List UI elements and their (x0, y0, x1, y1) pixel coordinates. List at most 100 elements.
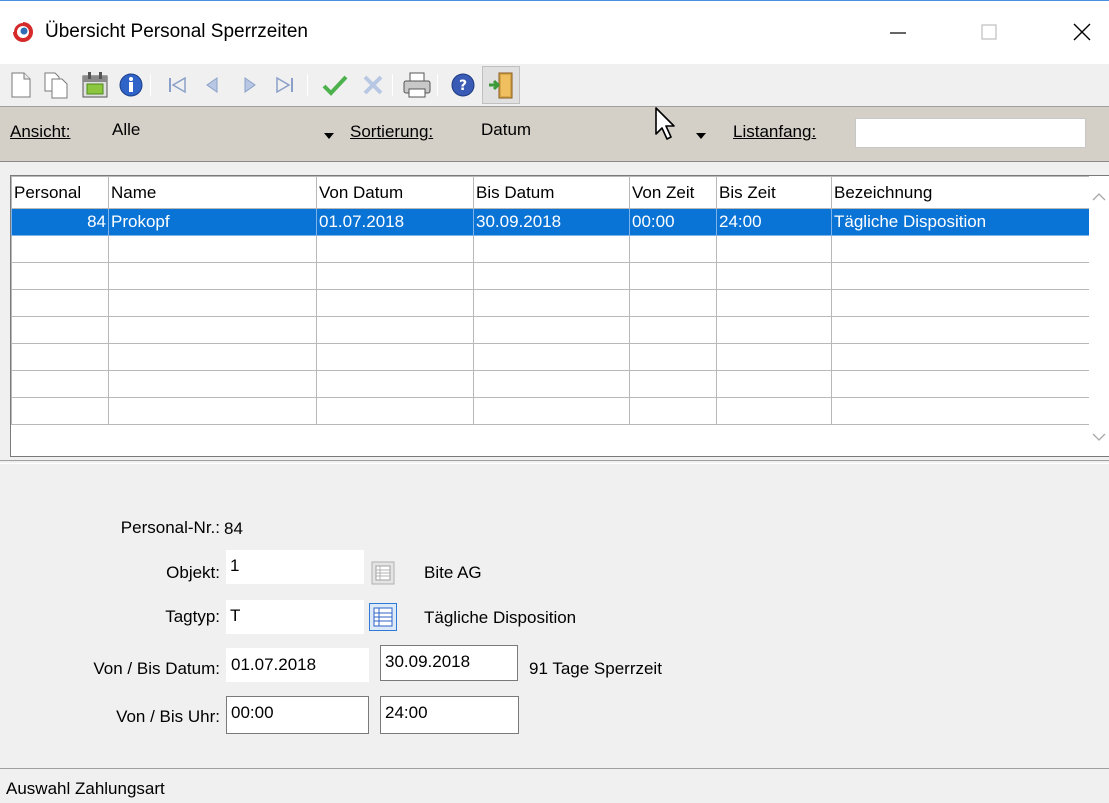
exit-button[interactable] (482, 66, 520, 104)
listanfang-label: Listanfang: (733, 122, 817, 141)
chevron-down-icon (324, 133, 334, 139)
toolbar-separator (437, 74, 438, 96)
objekt-input[interactable]: 1 (226, 550, 364, 584)
app-logo-icon (11, 20, 35, 44)
lookup-list-icon (371, 561, 395, 585)
next-record-icon (244, 77, 256, 93)
lookup-list-icon (373, 607, 393, 627)
mouse-cursor-icon (654, 106, 680, 146)
sortierung-dropdown-arrow[interactable] (693, 126, 709, 146)
close-icon (1073, 23, 1091, 41)
tagtyp-lookup-button[interactable] (369, 603, 397, 631)
copy-button[interactable] (40, 66, 74, 104)
sortierung-label: Sortierung: (350, 122, 434, 141)
von-datum-input[interactable]: 01.07.2018 (226, 648, 369, 682)
table-row-empty[interactable] (11, 370, 1108, 398)
table-row-empty[interactable] (11, 316, 1108, 344)
maximize-button[interactable] (963, 14, 1015, 50)
new-button[interactable] (4, 66, 38, 104)
column-header-von-zeit[interactable]: Von Zeit (629, 176, 717, 209)
sperrzeiten-table[interactable]: Personal Name Von Datum Bis Datum Von Ze… (10, 175, 1109, 457)
column-header-personal[interactable]: Personal (11, 176, 109, 209)
previous-record-icon (206, 77, 218, 93)
info-button[interactable] (114, 66, 148, 104)
ansicht-dropdown-arrow[interactable] (321, 126, 337, 146)
copy-document-icon (44, 72, 68, 99)
table-row-empty[interactable] (11, 343, 1108, 371)
cancel-x-icon (363, 75, 383, 95)
datum-label: Von / Bis Datum: (93, 659, 220, 678)
first-record-button[interactable] (160, 66, 194, 104)
last-record-button[interactable] (268, 66, 302, 104)
maximize-icon (981, 24, 997, 40)
toolbar-separator (150, 74, 151, 96)
sortierung-value: Datum (481, 120, 532, 139)
calendar-icon (82, 72, 108, 98)
close-button[interactable] (1056, 14, 1108, 50)
exit-door-icon (489, 72, 513, 99)
scroll-down-icon[interactable] (1092, 432, 1106, 442)
toolbar-separator (392, 74, 393, 96)
table-row-empty[interactable] (11, 289, 1108, 317)
last-record-icon (276, 76, 293, 94)
svg-text:?: ? (459, 78, 467, 94)
help-icon: ? (451, 73, 475, 97)
status-bar (0, 768, 1109, 803)
tagtyp-label: Tagtyp: (165, 607, 220, 626)
table-row-empty[interactable] (11, 235, 1108, 263)
confirm-check-icon (322, 75, 348, 96)
confirm-button[interactable] (318, 66, 352, 104)
status-text: Auswahl Zahlungsart (6, 779, 165, 798)
ansicht-dropdown[interactable]: Alle (112, 120, 336, 148)
von-uhr-input[interactable]: 00:00 (226, 696, 369, 734)
table-row-selected[interactable]: 84 Prokopf 01.07.2018 30.09.2018 00:00 2… (11, 208, 1108, 236)
print-button[interactable] (400, 66, 434, 104)
cell-bezeichnung: Tägliche Disposition (831, 208, 1108, 236)
column-header-bis-datum[interactable]: Bis Datum (473, 176, 630, 209)
personal-nr-label: Personal-Nr.: (120, 518, 220, 537)
minimize-icon (890, 32, 906, 34)
splitter[interactable] (0, 460, 1109, 464)
column-header-von-datum[interactable]: Von Datum (316, 176, 474, 209)
cell-bis-datum: 30.09.2018 (473, 208, 630, 236)
help-button[interactable]: ? (446, 66, 480, 104)
cell-personal: 84 (11, 208, 109, 236)
uhr-label: Von / Bis Uhr: (116, 707, 220, 726)
column-header-name[interactable]: Name (108, 176, 317, 209)
sperrzeit-text: 91 Tage Sperrzeit (529, 659, 662, 678)
cancel-button[interactable] (356, 66, 390, 104)
cell-von-zeit: 00:00 (629, 208, 717, 236)
next-record-button[interactable] (232, 66, 266, 104)
new-document-icon (11, 72, 31, 98)
minimize-button[interactable] (872, 14, 924, 50)
toolbar-separator (307, 74, 308, 96)
info-icon (119, 73, 143, 97)
bis-uhr-input[interactable]: 24:00 (380, 696, 519, 734)
scroll-up-icon[interactable] (1092, 192, 1106, 202)
first-record-icon (169, 76, 186, 94)
listanfang-input[interactable] (855, 118, 1086, 148)
previous-record-button[interactable] (196, 66, 230, 104)
cell-von-datum: 01.07.2018 (316, 208, 474, 236)
tagtyp-input[interactable]: T (226, 600, 364, 634)
window-title: Übersicht Personal Sperrzeiten (45, 21, 308, 42)
table-header-row: Personal Name Von Datum Bis Datum Von Ze… (11, 176, 1108, 209)
tagtyp-name: Tägliche Disposition (424, 608, 577, 627)
cell-bis-zeit: 24:00 (716, 208, 832, 236)
calendar-button[interactable] (78, 66, 112, 104)
table-row-empty[interactable] (11, 397, 1108, 425)
column-header-bezeichnung[interactable]: Bezeichnung (831, 176, 1108, 209)
objekt-name: Bite AG (424, 563, 482, 582)
personal-nr-value: 84 (224, 519, 243, 538)
print-icon (403, 72, 431, 98)
bis-datum-input[interactable]: 30.09.2018 (380, 645, 518, 681)
ansicht-value: Alle (112, 120, 141, 139)
objekt-label: Objekt: (166, 563, 220, 582)
ansicht-label: Ansicht: (10, 122, 71, 141)
table-vertical-scrollbar[interactable] (1089, 176, 1109, 456)
chevron-down-icon (696, 133, 706, 139)
column-header-bis-zeit[interactable]: Bis Zeit (716, 176, 832, 209)
table-row-empty[interactable] (11, 262, 1108, 290)
objekt-lookup-button[interactable] (369, 559, 397, 587)
cell-name: Prokopf (108, 208, 317, 236)
